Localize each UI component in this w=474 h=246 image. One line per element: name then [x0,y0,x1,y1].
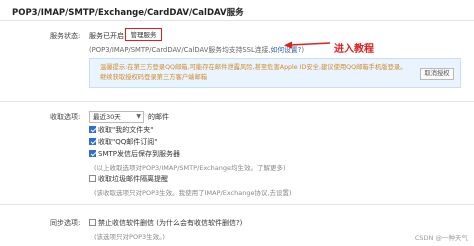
option-qq-subscription[interactable]: 收取"QQ邮件订阅" [89,137,157,146]
page-title: POP3/IMAP/SMTP/Exchange/CardDAV/CalDAV服务 [12,8,244,18]
section-divider [0,101,474,102]
option-spam-reminder-label: 收取垃圾邮件隔离提醒 [98,174,168,183]
checkbox-qq-subscription[interactable] [89,138,96,145]
checkbox-spam-reminder[interactable] [89,175,96,182]
how-to-setup-link[interactable]: 如何设置 [271,46,298,54]
section-divider [0,204,474,205]
checkbox-my-folders[interactable] [89,126,96,133]
receive-range-select[interactable]: 最近30天 ▼ [89,111,144,123]
sync-option-hint: (该选项只对POP3生效。) [94,233,165,241]
receive-options-hint: (以上收取选项对POP3/IMAP/SMTP/Exchange均生效。了解更多) [94,164,286,172]
option-prevent-delete[interactable]: 禁止收信软件删信 (为什么会有收信软件删信?) [89,218,242,227]
option-spam-reminder[interactable]: 收取垃圾邮件隔离提醒 [89,174,168,183]
sync-options-label: 同步选项: [50,219,81,227]
chevron-down-icon: ▼ [136,113,141,120]
receive-options-label: 收取选项: [50,113,81,121]
tutorial-annotation: 进入教程 [334,44,374,55]
security-notice-text: 温馨提示:在第三方登录QQ邮箱,可能存在邮件泄露风险,甚至危害Apple ID安… [100,64,407,81]
manage-service-button[interactable]: 管理服务 [125,28,162,41]
watermark: CSDN @一种天气 [414,234,468,242]
option-smtp-save-label: SMTP发信后保存到服务器 [98,149,180,158]
ssl-config-note: (POP3/IMAP/SMTP/CardDAV/CalDAV服务均支持SSL连接… [89,44,304,54]
ssl-config-text: (POP3/IMAP/SMTP/CardDAV/CalDAV服务均支持SSL连接… [89,46,271,54]
receive-range-suffix: 的邮件 [148,113,169,121]
service-status-label: 服务状态: [50,32,81,40]
checkbox-prevent-delete[interactable] [89,219,96,226]
checkbox-smtp-save[interactable] [89,150,96,157]
option-prevent-delete-label: 禁止收信软件删信 (为什么会有收信软件删信?) [98,218,243,227]
title-divider [0,20,474,21]
option-qq-subscription-label: 收取"QQ邮件订阅" [98,137,158,146]
security-notice: 温馨提示:在第三方登录QQ邮箱,可能存在邮件泄露风险,甚至危害Apple ID安… [89,58,461,88]
spam-option-hint: (该收取选项只对POP3生效。我使用了IMAP/Exchange协议,去设置) [94,189,292,197]
option-my-folders[interactable]: 收取"我的文件夹" [89,125,153,134]
ssl-config-text-end: ?) [297,46,304,54]
option-my-folders-label: 收取"我的文件夹" [98,125,154,134]
option-smtp-save[interactable]: SMTP发信后保存到服务器 [89,149,180,158]
revoke-authorization-button[interactable]: 取消授权 [420,68,454,80]
service-status-text: 服务已开启 [89,32,124,40]
receive-range-value: 最近30天 [93,113,121,121]
